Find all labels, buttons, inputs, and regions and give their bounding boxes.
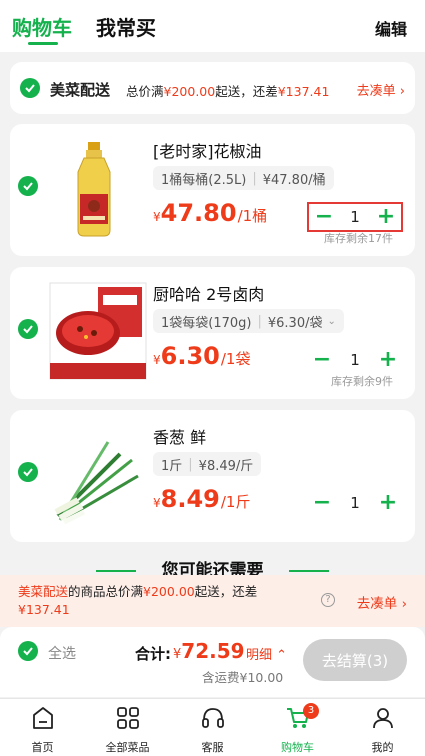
braised-meat-package-image[interactable] bbox=[48, 281, 148, 381]
grid-icon bbox=[116, 707, 139, 729]
header: 购物车 我常买 编辑 bbox=[0, 0, 425, 52]
stock-text: 库存剩余17件 bbox=[324, 232, 393, 245]
select-all-check-icon[interactable] bbox=[18, 641, 38, 661]
plus-icon[interactable]: + bbox=[377, 349, 399, 371]
quantity-stepper: − 1 + bbox=[307, 345, 403, 375]
delivery-check-icon[interactable] bbox=[20, 78, 40, 98]
item-check-icon[interactable] bbox=[18, 176, 38, 196]
tab-cart[interactable]: 购物车 bbox=[12, 12, 72, 41]
product-name[interactable]: 厨哈哈 2号卤肉 bbox=[153, 281, 264, 305]
banner-text: 美菜配送的商品总价满¥200.00起送，还差 ¥137.41 bbox=[18, 584, 258, 617]
tabbar-label: 全部菜品 bbox=[105, 741, 150, 754]
checkout-bar: 全选 合计: ¥72.59 明细 ⌃ 含运费¥10.00 去结算(3) bbox=[0, 627, 425, 697]
delivery-add-items-link[interactable]: 去凑单 › bbox=[357, 80, 405, 99]
tabbar-label: 购物车 bbox=[281, 741, 314, 754]
quantity-stepper: − 1 + bbox=[307, 202, 403, 232]
delivery-card: 美菜配送 总价满¥200.00起送，还差¥137.41 去凑单 › bbox=[10, 62, 415, 114]
product-price: ¥6.30/1袋 bbox=[153, 342, 251, 370]
tabbar-item-home[interactable]: 首页 bbox=[0, 703, 85, 755]
product-name[interactable]: 香葱 鲜 bbox=[153, 424, 206, 448]
product-spec: 1桶每桶(2.5L) | ¥47.80/桶 bbox=[153, 166, 334, 190]
quantity-value[interactable]: 1 bbox=[350, 351, 360, 369]
help-icon[interactable]: ? bbox=[321, 593, 335, 607]
person-icon bbox=[372, 708, 393, 729]
tabbar-item-service[interactable]: 客服 bbox=[170, 703, 255, 755]
cart-item: [老时家]花椒油 1桶每桶(2.5L) | ¥47.80/桶 ¥47.80/1桶 −… bbox=[10, 124, 415, 256]
bottom-tab-bar: 首页 全部菜品 客服 3 购物车 我的 bbox=[0, 698, 425, 756]
tabbar-item-profile[interactable]: 我的 bbox=[340, 703, 425, 755]
product-price: ¥8.49/1斤 bbox=[153, 485, 251, 513]
tab-frequently-bought[interactable]: 我常买 bbox=[96, 12, 156, 41]
tabbar-item-cart[interactable]: 3 购物车 bbox=[255, 703, 340, 755]
cart-item: 香葱 鲜 1斤 | ¥8.49/斤 ¥8.49/1斤 − 1 + bbox=[10, 410, 415, 542]
min-order-banner: 美菜配送的商品总价满¥200.00起送，还差 ¥137.41 ? 去凑单 › bbox=[0, 575, 425, 627]
select-all-label[interactable]: 全选 bbox=[48, 643, 76, 663]
tab-underline bbox=[28, 42, 58, 45]
oil-bottle-image[interactable] bbox=[48, 138, 148, 238]
home-icon bbox=[32, 707, 53, 729]
suggest-divider-right bbox=[289, 570, 329, 572]
quantity-stepper: − 1 + bbox=[307, 488, 403, 518]
cart-badge: 3 bbox=[303, 703, 319, 719]
banner-add-items-link[interactable]: 去凑单 › bbox=[357, 592, 407, 612]
product-price: ¥47.80/1桶 bbox=[153, 199, 268, 227]
minus-icon[interactable]: − bbox=[311, 492, 333, 514]
item-check-icon[interactable] bbox=[18, 462, 38, 482]
product-spec[interactable]: 1袋每袋(170g) | ¥6.30/袋 ⌄ bbox=[153, 309, 344, 333]
plus-icon[interactable]: + bbox=[375, 206, 397, 228]
headset-icon bbox=[201, 708, 224, 728]
checkout-button[interactable]: 去结算(3) bbox=[303, 639, 407, 681]
shipping-fee: 含运费¥10.00 bbox=[202, 670, 284, 685]
cart-item: 厨哈哈 2号卤肉 1袋每袋(170g) | ¥6.30/袋 ⌄ ¥6.30/1袋 − … bbox=[10, 267, 415, 399]
total-value: ¥72.59 bbox=[173, 639, 245, 663]
quantity-value[interactable]: 1 bbox=[350, 208, 360, 226]
item-check-icon[interactable] bbox=[18, 319, 38, 339]
tabbar-label: 客服 bbox=[201, 741, 224, 754]
detail-link[interactable]: 明细 ⌃ bbox=[246, 644, 287, 663]
minus-icon[interactable]: − bbox=[311, 349, 333, 371]
green-onion-image[interactable] bbox=[48, 424, 148, 524]
product-spec: 1斤 | ¥8.49/斤 bbox=[153, 452, 262, 476]
delivery-text: 总价满¥200.00起送，还差¥137.41 bbox=[126, 84, 330, 99]
chevron-up-icon: ⌃ bbox=[276, 648, 288, 663]
stock-text: 库存剩余9件 bbox=[331, 375, 393, 388]
plus-icon[interactable]: + bbox=[377, 492, 399, 514]
chevron-down-icon: ⌄ bbox=[327, 315, 336, 327]
total-label: 合计: bbox=[135, 645, 171, 663]
tabbar-label: 首页 bbox=[31, 741, 54, 754]
tabbar-label: 我的 bbox=[371, 741, 394, 754]
product-name[interactable]: [老时家]花椒油 bbox=[153, 138, 262, 162]
edit-button[interactable]: 编辑 bbox=[375, 16, 407, 40]
minus-icon[interactable]: − bbox=[313, 206, 335, 228]
quantity-value[interactable]: 1 bbox=[350, 494, 360, 512]
tabbar-item-all-dishes[interactable]: 全部菜品 bbox=[85, 703, 170, 755]
delivery-title: 美菜配送 bbox=[50, 81, 111, 99]
